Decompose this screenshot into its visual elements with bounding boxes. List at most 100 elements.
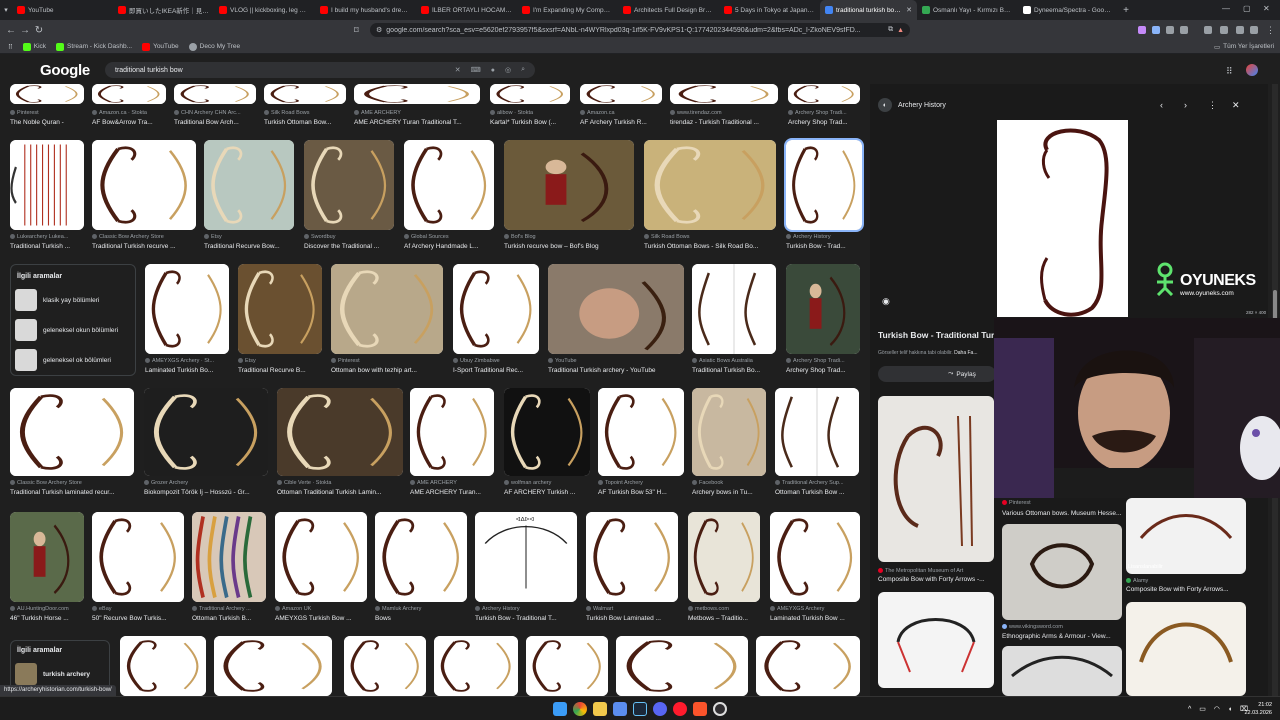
result-title[interactable]: Traditional Turkish recurve ... — [92, 243, 196, 250]
result-thumbnail[interactable] — [598, 388, 684, 476]
share-url-icon[interactable]: ⧉ — [888, 26, 893, 34]
steam-icon[interactable] — [633, 701, 647, 716]
related-search-item[interactable]: geleneksel okun bölümleri — [15, 319, 135, 341]
result-title[interactable]: AF Archery Turkish R... — [580, 119, 662, 126]
related-title[interactable]: Composite Bow with Forty Arrows... — [1126, 586, 1246, 593]
close-panel-icon[interactable]: ✕ — [1232, 100, 1240, 111]
related-image-card[interactable]: The Metropolitan Museum of Art Composite… — [878, 396, 994, 594]
image-result-card[interactable]: Etsy Traditional Recurve B... — [238, 264, 322, 378]
result-title[interactable]: Ottoman bow with tezhip art... — [331, 367, 443, 374]
result-thumbnail[interactable] — [775, 388, 859, 476]
result-thumbnail[interactable] — [144, 388, 268, 476]
opera-icon[interactable] — [673, 701, 687, 716]
result-thumbnail[interactable] — [580, 84, 662, 104]
lens-search-icon[interactable]: ◉ — [882, 296, 890, 307]
image-result-card[interactable]: Walmart Turkish Bow Laminated ... — [586, 512, 678, 626]
store-icon[interactable] — [613, 701, 627, 716]
result-title[interactable]: AMEYXGS Turkish Bow ... — [275, 615, 367, 622]
result-thumbnail[interactable] — [786, 264, 860, 354]
image-result-card[interactable]: Amazon.ca AF Archery Turkish R... — [580, 84, 662, 130]
result-thumbnail[interactable] — [616, 636, 748, 696]
back-icon[interactable]: ← — [4, 25, 18, 36]
result-thumbnail[interactable] — [770, 512, 860, 602]
image-result-card[interactable]: Silk Road Bows Turkish Ottoman Bow... — [264, 84, 346, 130]
related-thumbnail[interactable] — [1002, 646, 1122, 696]
image-result-card[interactable]: AMEYXGS Archery · St... Laminated Turkish… — [145, 264, 229, 378]
extension-icon-8[interactable] — [1250, 26, 1258, 34]
bookmark-star-icon[interactable]: ⌑ — [354, 25, 359, 36]
browser-tab[interactable]: Dyneema/Spectra - Google'da — [1018, 0, 1119, 20]
image-result-card[interactable]: Cible Verte · Stokta Ottoman Traditional … — [277, 388, 403, 500]
image-result-card[interactable]: Traditional Archery Sup... Ottoman Turkis… — [775, 388, 859, 500]
result-thumbnail[interactable] — [145, 264, 229, 354]
image-result-card[interactable]: Amazon UK AMEYXGS Turkish Bow ... — [275, 512, 367, 626]
result-title[interactable]: Turkish Ottoman Bow... — [264, 119, 346, 126]
learn-more-link[interactable]: Daha Fa... — [954, 350, 977, 356]
image-result-card[interactable]: Silk Road Bows Turkish Ottoman Bows - Sil… — [644, 140, 776, 254]
result-thumbnail[interactable] — [10, 84, 84, 104]
result-thumbnail[interactable] — [120, 636, 206, 696]
result-thumbnail[interactable] — [204, 140, 294, 230]
result-title[interactable]: Discover the Traditional ... — [304, 243, 394, 250]
discord-icon[interactable] — [653, 701, 667, 716]
browser-tab[interactable]: I build my husband's dream of — [315, 0, 416, 20]
image-result-card[interactable]: Swordbuy Discover the Traditional ... — [304, 140, 394, 254]
address-bar[interactable]: ⚙ google.com/search?sca_esv=e5620ef27939… — [370, 23, 910, 37]
extension-icon-1[interactable] — [1138, 26, 1146, 34]
result-thumbnail[interactable] — [644, 140, 776, 230]
related-thumbnail[interactable] — [1126, 498, 1246, 574]
result-title[interactable]: Ottoman Turkish Bow ... — [775, 489, 859, 496]
image-result-card[interactable]: Pinterest The Noble Quran - — [10, 84, 84, 130]
maximize-icon[interactable]: ▢ — [1243, 4, 1251, 13]
image-result-card[interactable]: alibow · Stokta Kartal* Turkish Bow (... — [490, 84, 570, 130]
result-title[interactable]: Traditional Turkish ... — [10, 243, 84, 250]
image-result-card[interactable]: Classic Bow Archery Store Traditional Tur… — [10, 388, 134, 500]
image-result-card[interactable]: Lukearchery Lukea... Traditional Turkish … — [10, 140, 84, 254]
result-thumbnail[interactable] — [586, 512, 678, 602]
result-thumbnail[interactable] — [784, 138, 864, 232]
browser-tab[interactable]: traditional turkish bow - G ✕ — [820, 0, 917, 20]
clear-icon[interactable]: ✕ — [455, 66, 461, 74]
related-image-card[interactable]: Pinterest Various Ottoman bows. Museum H… — [1002, 500, 1122, 636]
result-title[interactable]: AF Bow&Arrow Tra... — [92, 119, 166, 126]
google-apps-icon[interactable]: ⠿ — [1226, 66, 1233, 77]
result-title[interactable]: Metbows – Traditio... — [688, 615, 760, 622]
image-result-card[interactable]: AU.HuntingDoor.com 46" Turkish Horse ... — [10, 512, 84, 626]
result-title[interactable]: 46" Turkish Horse ... — [10, 615, 84, 622]
result-title[interactable]: AME ARCHERY Turan... — [410, 489, 494, 496]
more-options-icon[interactable]: ⋮ — [1208, 100, 1217, 111]
extension-icon-4[interactable] — [1180, 26, 1188, 34]
result-thumbnail[interactable] — [526, 636, 608, 696]
extension-icon-6[interactable] — [1220, 26, 1228, 34]
result-thumbnail[interactable] — [404, 140, 494, 230]
result-title[interactable]: Af Archery Handmade L... — [404, 243, 494, 250]
panel-title[interactable]: Turkish Bow - Traditional Turk... — [878, 330, 996, 340]
result-title[interactable]: AF ARCHERY Turkish ... — [504, 489, 590, 496]
related-thumbnail[interactable] — [1126, 602, 1246, 696]
result-thumbnail[interactable] — [453, 264, 539, 354]
browser-tab[interactable]: I'm Expanding My Company to — [517, 0, 618, 20]
related-thumbnail[interactable] — [1002, 524, 1122, 620]
result-title[interactable]: Turkish Ottoman Bows - Silk Road Bo... — [644, 243, 776, 250]
related-image-card[interactable]: www.vikingsword.com Ethnographic Arms & … — [1002, 624, 1122, 696]
extension-badge-icon[interactable]: ▲ — [897, 27, 904, 34]
new-tab-icon[interactable]: + — [1119, 5, 1133, 16]
result-thumbnail[interactable] — [10, 388, 134, 476]
image-result-card[interactable]: metbows.com Metbows – Traditio... — [688, 512, 760, 626]
result-thumbnail[interactable] — [238, 264, 322, 354]
result-thumbnail[interactable] — [10, 140, 84, 230]
share-button[interactable]: ⤳ Paylaş — [878, 366, 996, 382]
result-thumbnail[interactable] — [490, 84, 570, 104]
result-thumbnail[interactable] — [304, 140, 394, 230]
related-image-card[interactable]: Lisanslanabilir Alamy Composite Bow with… — [1126, 498, 1246, 696]
result-title[interactable]: AME ARCHERY Turan Traditional T... — [354, 119, 480, 126]
result-title[interactable]: Laminated Turkish Bow ... — [770, 615, 860, 622]
all-bookmarks[interactable]: ▭ Tüm Yer İşaretleri — [1214, 43, 1274, 51]
search-query[interactable]: traditional turkish bow — [115, 67, 445, 74]
chrome-icon[interactable] — [573, 701, 587, 716]
related-search-item[interactable]: geleneksel ok bölümleri — [15, 349, 135, 371]
result-thumbnail[interactable] — [670, 84, 778, 104]
search-icon[interactable]: ⌕ — [521, 66, 525, 74]
apps-icon[interactable]: ⠿ — [8, 43, 13, 51]
result-thumbnail[interactable] — [192, 512, 266, 602]
